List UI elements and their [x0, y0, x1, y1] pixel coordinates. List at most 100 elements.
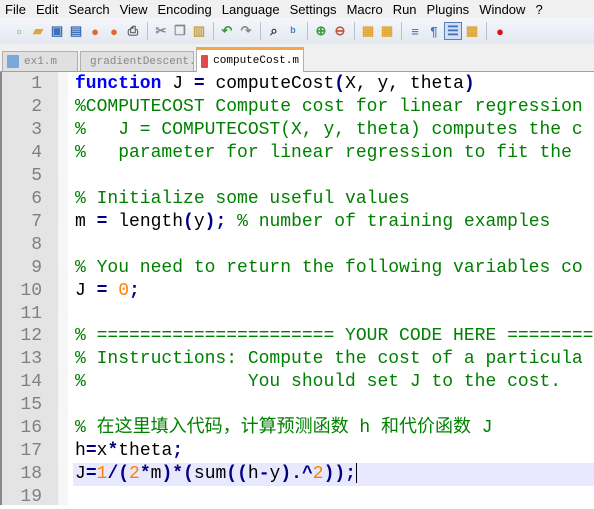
- code-text[interactable]: %COMPUTECOST Compute cost for linear reg…: [73, 96, 594, 119]
- code-text[interactable]: % ====================== YOUR CODE HERE …: [73, 325, 594, 348]
- new-file-button[interactable]: ▫: [10, 22, 28, 40]
- save-all-icon: ▤: [69, 23, 83, 38]
- user-language-button[interactable]: ▩: [463, 22, 481, 40]
- code-text[interactable]: J = 0;: [73, 280, 594, 303]
- token-tx: h: [247, 464, 259, 485]
- open-folder-button[interactable]: ▰: [29, 22, 47, 40]
- line-number: 9: [31, 257, 42, 278]
- menu-macro[interactable]: Macro: [342, 2, 388, 17]
- tab-computecost-m[interactable]: computeCost.m: [196, 47, 304, 72]
- code-line: 6 % Initialize some useful values: [2, 188, 594, 211]
- token-tx: x: [96, 441, 108, 462]
- word-wrap-button[interactable]: ≡: [406, 22, 424, 40]
- record-macro-button[interactable]: ●: [491, 22, 509, 40]
- token-tx: sum: [193, 464, 227, 485]
- token-tx: J: [161, 74, 194, 94]
- find-button[interactable]: ⌕: [265, 22, 283, 40]
- indent-guide-icon: ☰: [447, 23, 459, 38]
- redo-button[interactable]: ↷: [237, 22, 255, 40]
- file-icon: [201, 54, 209, 68]
- code-text[interactable]: % parameter for linear regression to fit…: [73, 142, 594, 165]
- code-text[interactable]: % You need to return the following varia…: [73, 257, 594, 280]
- token-op: );: [204, 211, 227, 232]
- code-text[interactable]: % You should set J to the cost.: [73, 371, 594, 394]
- print-button[interactable]: ⎙: [124, 22, 142, 40]
- close-file-button[interactable]: ●: [86, 22, 104, 40]
- token-op: =: [85, 464, 97, 485]
- code-text[interactable]: function J = computeCost(X, y, theta): [73, 73, 594, 96]
- code-text[interactable]: h=x*theta;: [73, 440, 594, 463]
- zoom-in-button[interactable]: ⊕: [312, 22, 330, 40]
- indent-guide-button[interactable]: ☰: [444, 22, 462, 40]
- line-number: 8: [31, 234, 42, 255]
- token-op: (: [183, 211, 194, 232]
- code-text[interactable]: % J = COMPUTECOST(X, y, theta) computes …: [73, 119, 594, 142]
- menu-settings[interactable]: Settings: [285, 2, 342, 17]
- line-number: 4: [31, 142, 42, 163]
- menu-encoding[interactable]: Encoding: [153, 2, 217, 17]
- token-cm: % 在这里填入代码，计算预测函数 h 和代价函数 J: [75, 418, 493, 439]
- token-op: (: [334, 74, 346, 94]
- code-line: 19: [2, 486, 594, 509]
- print-icon: ⎙: [127, 23, 139, 38]
- token-op: ));: [323, 464, 356, 485]
- paste-button[interactable]: ▥: [190, 22, 208, 40]
- token-tx: computeCost: [204, 74, 335, 94]
- menu-[interactable]: ?: [530, 2, 547, 17]
- save-icon: ▣: [50, 23, 64, 38]
- menu-language[interactable]: Language: [217, 2, 285, 17]
- token-op: -: [258, 464, 270, 485]
- sync-horizontal-button[interactable]: ▦: [378, 22, 396, 40]
- text-cursor: [355, 463, 357, 484]
- code-text[interactable]: % 在这里填入代码，计算预测函数 h 和代价函数 J: [73, 417, 594, 440]
- copy-button[interactable]: ❐: [171, 22, 189, 40]
- zoom-out-button[interactable]: ⊖: [331, 22, 349, 40]
- show-all-chars-button[interactable]: ¶: [425, 22, 443, 40]
- token-tx: X, y, theta: [345, 74, 464, 94]
- undo-button[interactable]: ↶: [218, 22, 236, 40]
- menu-run[interactable]: Run: [388, 2, 422, 17]
- line-number: 15: [20, 395, 42, 416]
- token-cm: % parameter for linear regression to fit…: [75, 142, 572, 163]
- line-number: 11: [20, 303, 42, 324]
- token-tx: m: [75, 211, 97, 232]
- tab-ex1-m[interactable]: ex1.m: [2, 51, 78, 71]
- menu-file[interactable]: File: [0, 2, 31, 17]
- code-text[interactable]: J=1/(2*m)*(sum((h-y).^2));: [73, 463, 594, 487]
- code-text[interactable]: % Initialize some useful values: [73, 188, 594, 211]
- replace-button[interactable]: ᵇ: [284, 22, 302, 40]
- toolbar-separator: [260, 22, 261, 40]
- code-text[interactable]: m = length(y); % number of training exam…: [73, 211, 594, 234]
- token-num: 2: [312, 464, 324, 485]
- code-line: 11: [2, 303, 594, 326]
- code-editor[interactable]: 1 function J = computeCost(X, y, theta) 2%…: [0, 72, 594, 507]
- menu-search[interactable]: Search: [63, 2, 114, 17]
- token-tx: y: [193, 211, 205, 232]
- redo-icon: ↷: [240, 23, 252, 38]
- close-all-button[interactable]: ●: [105, 22, 123, 40]
- code-text[interactable]: % Instructions: Compute the cost of a pa…: [73, 348, 594, 371]
- menu-plugins[interactable]: Plugins: [422, 2, 475, 17]
- token-tx: [107, 281, 118, 301]
- user-language-icon: ▩: [465, 23, 479, 38]
- menu-edit[interactable]: Edit: [31, 2, 63, 17]
- copy-icon: ❐: [174, 23, 186, 38]
- close-all-icon: ●: [110, 23, 118, 39]
- toolbar-separator: [147, 22, 148, 40]
- replace-icon: ᵇ: [290, 23, 296, 39]
- token-cm: % number of training examples: [237, 211, 551, 232]
- line-number: 3: [31, 119, 42, 140]
- save-button[interactable]: ▣: [48, 22, 66, 40]
- menu-view[interactable]: View: [115, 2, 153, 17]
- toolbar: ▫ ▰ ▣ ▤ ● ● ⎙ ✂ ❐ ▥ ↶ ↷ ⌕ ᵇ ⊕ ⊖ ▦ ▦ ≡ ¶ ☰ ▩ ●: [0, 18, 594, 44]
- tab-gradientdescent-m[interactable]: gradientDescent.m: [80, 51, 202, 71]
- cut-button[interactable]: ✂: [152, 22, 170, 40]
- sync-vertical-button[interactable]: ▦: [359, 22, 377, 40]
- toolbar-separator: [307, 22, 308, 40]
- menu-bar: File Edit Search View Encoding Language Settin…: [0, 0, 594, 18]
- save-all-button[interactable]: ▤: [67, 22, 85, 40]
- token-op: *: [107, 441, 119, 462]
- undo-icon: ↶: [221, 23, 233, 38]
- toolbar-separator: [401, 22, 402, 40]
- menu-window[interactable]: Window: [474, 2, 530, 17]
